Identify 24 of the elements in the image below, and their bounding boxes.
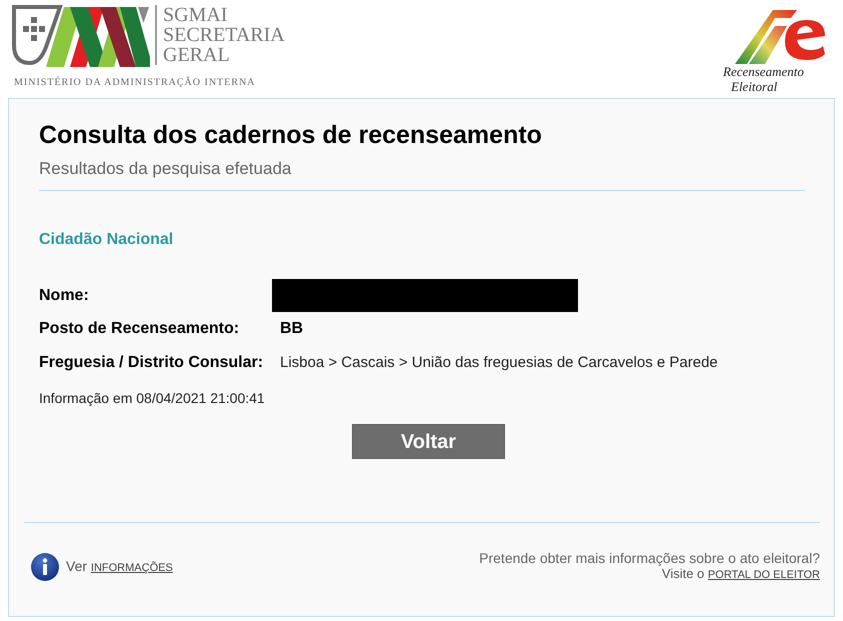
section-title: Cidadão Nacional <box>39 230 174 250</box>
info-icon <box>31 552 59 580</box>
election-logo-text: Eleitoral <box>731 79 778 94</box>
portal-link[interactable]: PORTAL DO ELEITOR <box>708 569 820 581</box>
logo-name-line: GERAL <box>163 45 231 65</box>
election-logo-text: Recenseamento <box>723 64 804 79</box>
page-subtitle: Resultados da pesquisa efetuada <box>39 158 292 180</box>
logo-name-line: SECRETARIA <box>163 25 285 45</box>
page-title: Consulta dos cadernos de recenseamento <box>39 120 543 150</box>
field-label: Freguesia / Distrito Consular: <box>39 353 264 373</box>
shield-stripes-logo-icon <box>12 5 150 67</box>
info-link[interactable]: INFORMAÇÕES <box>90 562 173 574</box>
field-label: Nome: <box>39 286 90 306</box>
field-label: Posto de Recenseamento: <box>39 319 240 339</box>
timestamp-text: Informação em 08/04/2021 21:00:41 <box>39 389 266 407</box>
election-logo-icon <box>735 8 827 64</box>
back-button[interactable]: Voltar <box>352 424 505 459</box>
portal-question: Pretende obter mais informações sobre o ato eleitoral? <box>479 550 820 566</box>
info-text: Ver INFORMAÇÕES <box>66 556 173 576</box>
ministry-name: MINISTÉRIO DA ADMINISTRAÇÃO INTERNA <box>14 77 256 89</box>
logo-acronym: SGMAI <box>163 5 228 25</box>
portal-text: Visite o PORTAL DO ELEITOR <box>662 566 820 583</box>
field-value: BB <box>279 319 304 339</box>
field-value: Lisboa > Cascais > União das freguesias de Carcavelos e Parede <box>279 353 718 373</box>
